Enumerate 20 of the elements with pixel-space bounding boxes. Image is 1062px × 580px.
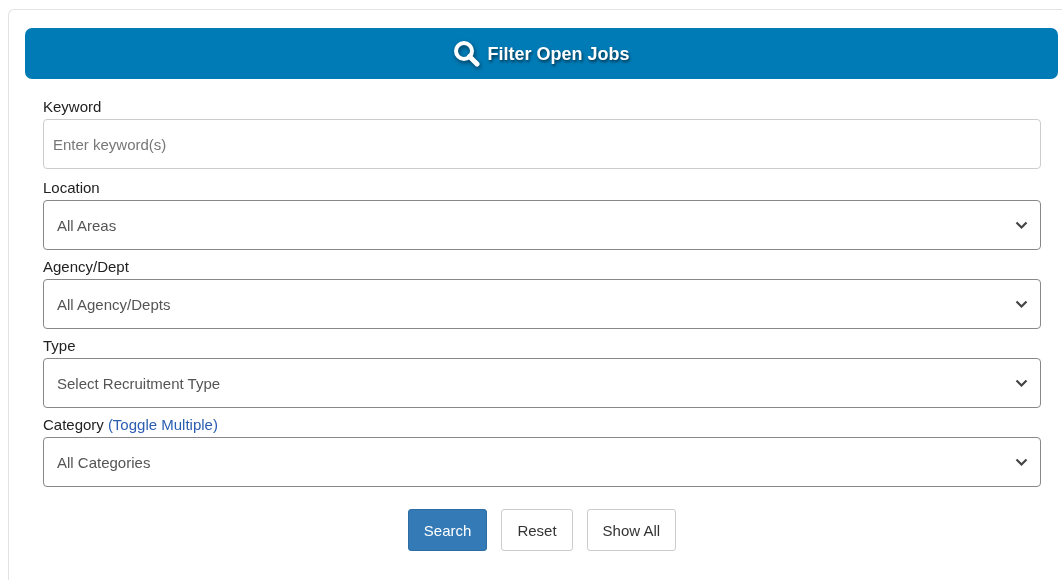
form-button[interactable]: Show All (586, 509, 677, 551)
chevron-down-icon (1015, 299, 1028, 309)
chevron-down-icon (1015, 457, 1028, 467)
toggle-multiple-link[interactable]: (Toggle Multiple) (107, 415, 218, 433)
chevron-down-icon (1015, 220, 1028, 230)
field-label: Category (43, 415, 104, 433)
chevron-down-icon (1015, 378, 1028, 388)
field-label: Type (43, 336, 76, 354)
form-button[interactable]: Search (407, 509, 488, 551)
keyword-field[interactable]: Enter keyword(s) (43, 119, 1041, 169)
field-label: Location (43, 178, 100, 196)
dropdown-field[interactable]: All Categories (43, 437, 1041, 487)
search-icon (453, 39, 482, 68)
dropdown-field[interactable]: Select Recruitment Type (43, 358, 1041, 408)
form-button[interactable]: Reset (501, 509, 573, 551)
field-label: Agency/Dept (43, 257, 129, 275)
panel-title: Filter Open Jobs (487, 44, 630, 65)
field-label: Keyword (43, 97, 102, 115)
dropdown-field[interactable]: All Areas (43, 200, 1041, 250)
dropdown-field[interactable]: All Agency/Depts (43, 279, 1041, 329)
